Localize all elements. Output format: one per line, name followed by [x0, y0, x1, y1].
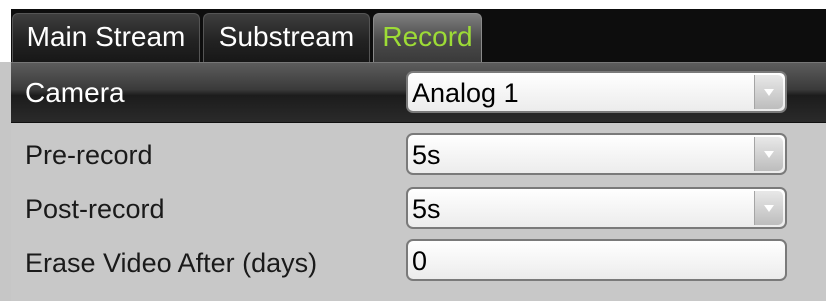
pre-record-label: Pre-record: [25, 140, 153, 170]
post-record-select[interactable]: 5s: [406, 187, 787, 229]
erase-after-label: Erase Video After (days): [25, 248, 318, 278]
pre-record-value: 5s: [412, 140, 441, 170]
chevron-down-icon[interactable]: [754, 75, 783, 109]
record-settings-panel: Main Stream Substream Record Camera Anal…: [0, 0, 826, 301]
camera-label: Camera: [25, 77, 125, 108]
chevron-down-icon[interactable]: [754, 137, 783, 171]
camera-select[interactable]: Analog 1: [406, 71, 787, 113]
tab-substream[interactable]: Substream: [203, 13, 370, 62]
tab-record[interactable]: Record: [373, 13, 482, 62]
erase-after-input[interactable]: 0: [406, 239, 787, 281]
erase-after-value: 0: [412, 246, 428, 276]
chevron-down-icon[interactable]: [754, 191, 783, 225]
tab-bar: Main Stream Substream Record: [0, 0, 826, 62]
post-record-value: 5s: [412, 194, 441, 224]
camera-select-value: Analog 1: [412, 78, 519, 108]
tab-main-stream[interactable]: Main Stream: [12, 13, 200, 62]
pre-record-select[interactable]: 5s: [406, 133, 787, 175]
post-record-label: Post-record: [25, 194, 165, 224]
